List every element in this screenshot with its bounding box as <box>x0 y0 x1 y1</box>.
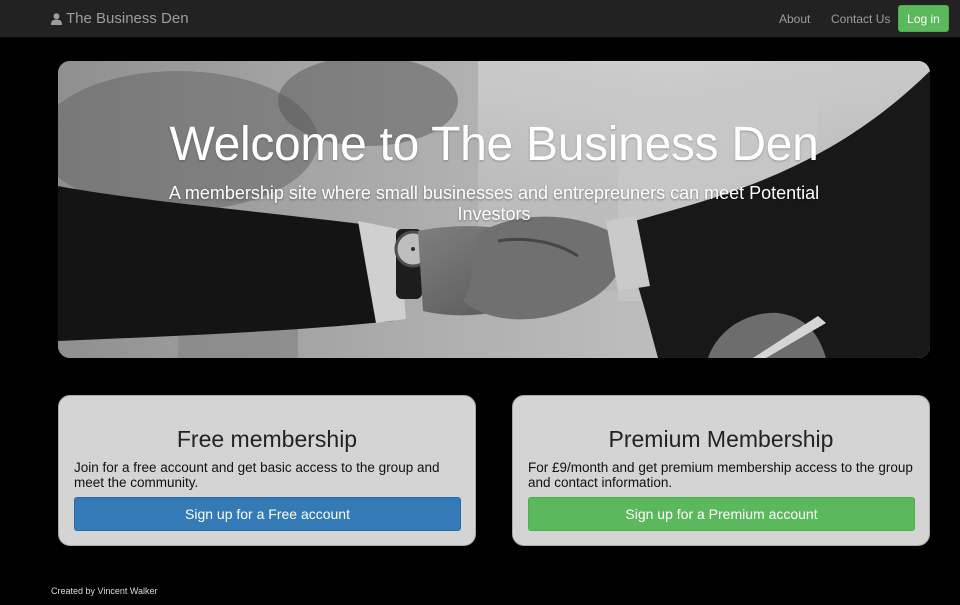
free-card-title: Free membership <box>176 426 358 452</box>
brand-link[interactable]: The Business Den <box>51 0 189 37</box>
free-membership-card: Free membership Join for a free account … <box>58 395 476 546</box>
premium-card-title: Premium Membership <box>608 426 834 452</box>
free-card-text: Join for a free account and get basic ac… <box>74 460 440 490</box>
nav-contact-link[interactable]: Contact Us <box>831 0 890 37</box>
user-icon <box>51 12 62 25</box>
hero-title: Welcome to The Business Den <box>169 118 819 171</box>
nav-about-link[interactable]: About <box>779 0 810 37</box>
login-button[interactable]: Log in <box>898 5 949 32</box>
premium-card-text: For £9/month and get premium membership … <box>528 460 913 490</box>
footer-credit: Created by Vincent Walker <box>51 586 158 596</box>
hero-subtitle: A membership site where small businesses… <box>168 183 820 224</box>
premium-signup-button[interactable]: Sign up for a Premium account <box>528 497 915 531</box>
hero-jumbotron: Welcome to The Business Den A membership… <box>58 61 930 358</box>
brand-name: The Business Den <box>66 10 189 27</box>
premium-membership-card: Premium Membership For £9/month and get … <box>512 395 930 546</box>
top-navbar: The Business Den About Contact Us Log in <box>0 0 960 38</box>
free-signup-button[interactable]: Sign up for a Free account <box>74 497 461 531</box>
